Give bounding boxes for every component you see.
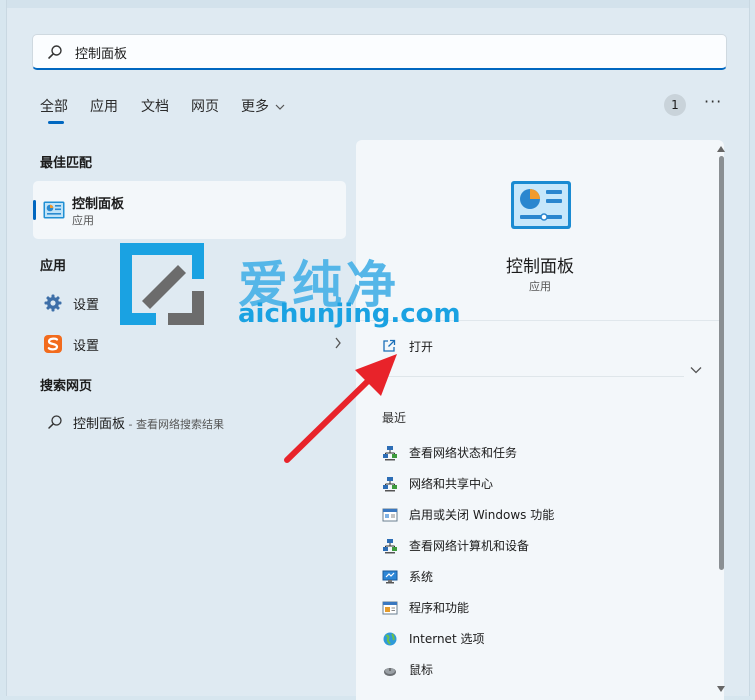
web-result-query: 控制面板 [73, 417, 126, 432]
search-icon [48, 45, 62, 59]
recent-item-label: 启用或关闭 Windows 功能 [409, 508, 555, 522]
mouse-icon [384, 668, 396, 676]
tab-documents[interactable]: 文档 [141, 96, 169, 116]
app-item-label: 设置 [73, 339, 100, 354]
web-search-header: 搜索网页 [40, 379, 93, 394]
control-panel-icon [43, 201, 65, 219]
network-icon [383, 477, 397, 492]
gear-icon [44, 294, 62, 312]
apps-header: 应用 [40, 259, 67, 274]
app-item-settings[interactable]: 设置 [33, 286, 346, 318]
divider [356, 320, 724, 321]
internet-globe-icon [383, 632, 397, 646]
web-result-suffix: - 查看网络搜索结果 [125, 418, 224, 431]
active-tab-indicator [48, 121, 64, 124]
details-pane: 控制面板 应用 打开 最近 查看网络状态和任务 网络和共享中心 启用或关闭 Wi… [356, 140, 724, 700]
windows-features-icon [382, 508, 398, 522]
chevron-down-icon[interactable] [690, 366, 702, 374]
recent-item-label: Internet 选项 [409, 632, 485, 646]
recent-header: 最近 [382, 411, 407, 425]
system-monitor-icon [382, 570, 398, 584]
best-match-item[interactable]: 控制面板 应用 [33, 181, 346, 239]
control-panel-large-icon [511, 181, 571, 229]
best-match-header: 最佳匹配 [40, 156, 93, 171]
recent-item-label: 鼠标 [409, 663, 434, 677]
best-match-title: 控制面板 [72, 197, 125, 212]
tab-apps[interactable]: 应用 [90, 96, 118, 116]
best-match-subtitle: 应用 [72, 214, 94, 227]
tab-web[interactable]: 网页 [191, 96, 219, 116]
scroll-up-arrow-icon[interactable] [717, 146, 725, 152]
more-options-button[interactable]: ··· [704, 92, 722, 111]
chevron-down-icon [276, 104, 285, 110]
search-input[interactable]: 控制面板 [75, 43, 127, 62]
detail-subtitle: 应用 [529, 280, 551, 293]
selection-accent [33, 200, 36, 220]
tab-all[interactable]: 全部 [40, 96, 68, 116]
scroll-down-arrow-icon[interactable] [717, 686, 725, 692]
network-icon [383, 539, 397, 554]
open-action-label: 打开 [409, 340, 434, 354]
rewards-badge[interactable]: 1 [664, 94, 686, 116]
top-strip [7, 0, 749, 8]
scrollbar-thumb[interactable] [719, 156, 724, 570]
app-item-settings-sogou[interactable]: 设置 [33, 327, 346, 359]
search-box[interactable]: 控制面板 [32, 34, 727, 70]
search-panel: 控制面板 全部 应用 文档 网页 更多 1 ··· 最佳匹配 控制面板 应用 应… [6, 0, 750, 700]
sogou-s-icon [44, 335, 62, 353]
recent-item-label: 查看网络计算机和设备 [409, 539, 530, 553]
recent-item-label: 查看网络状态和任务 [409, 446, 518, 460]
chevron-right-icon[interactable] [334, 337, 342, 349]
network-icon [383, 446, 397, 461]
tab-more-label: 更多 [241, 99, 269, 115]
search-icon [48, 415, 62, 429]
recent-item-label: 网络和共享中心 [409, 477, 494, 491]
open-external-icon [383, 339, 396, 352]
recent-item-label: 系统 [409, 570, 434, 584]
detail-title: 控制面板 [506, 257, 574, 277]
web-search-result[interactable]: 控制面板 - 查看网络搜索结果 [33, 408, 346, 436]
recent-item-label: 程序和功能 [409, 601, 470, 615]
programs-icon [382, 601, 398, 615]
app-item-label: 设置 [73, 298, 100, 313]
tab-more[interactable]: 更多 [241, 96, 285, 116]
divider [382, 376, 684, 377]
